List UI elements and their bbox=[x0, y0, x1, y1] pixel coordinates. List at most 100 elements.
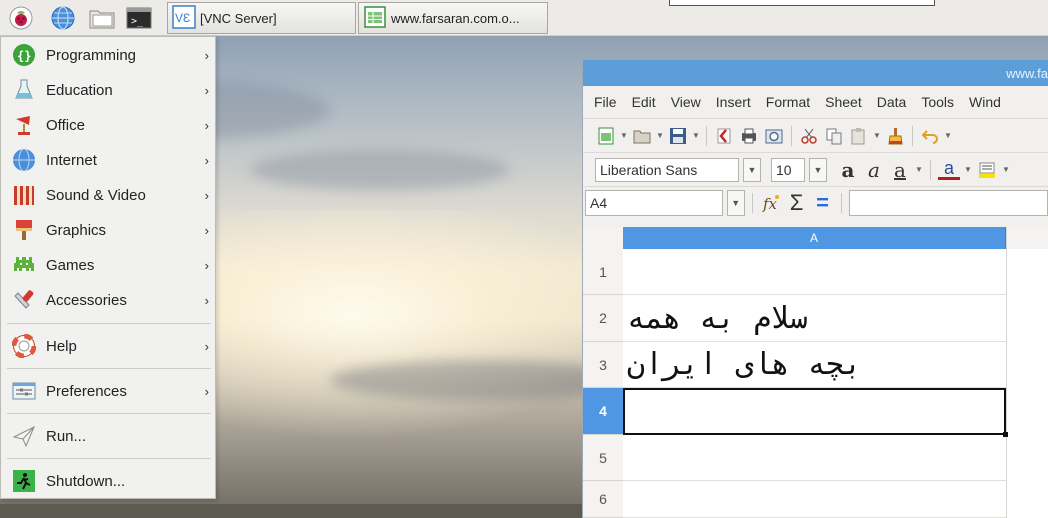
fill-handle[interactable] bbox=[1003, 432, 1008, 437]
clone-formatting-icon[interactable] bbox=[884, 125, 906, 147]
name-box-dropdown-icon[interactable]: ▼ bbox=[726, 189, 745, 216]
name-box[interactable]: A4 bbox=[585, 189, 723, 216]
submenu-arrow-icon: › bbox=[204, 338, 209, 354]
print-preview-icon[interactable] bbox=[763, 125, 785, 147]
formula-input[interactable] bbox=[848, 189, 1048, 216]
svg-text:{}: {} bbox=[17, 49, 31, 63]
corner-select-all[interactable] bbox=[583, 227, 623, 249]
italic-icon[interactable]: a bbox=[863, 158, 885, 182]
run-icon bbox=[11, 423, 37, 449]
formatting-toolbar: Liberation Sans ▼ 10 ▼ a a a ▼ a ▼ ▼ bbox=[583, 152, 1048, 186]
function-wizard-icon[interactable]: fx bbox=[760, 192, 782, 214]
graphics-icon bbox=[11, 217, 37, 243]
taskbar-vnc-server-button[interactable]: VƐ [VNC Server] bbox=[167, 2, 356, 34]
file-manager-icon[interactable] bbox=[89, 5, 115, 31]
menu-file[interactable]: File bbox=[594, 94, 617, 110]
menu-item-label: Run... bbox=[46, 427, 87, 445]
menu-view[interactable]: View bbox=[671, 94, 701, 110]
menu-insert[interactable]: Insert bbox=[716, 94, 751, 110]
menu-item-preferences[interactable]: Preferences › bbox=[1, 374, 215, 408]
menu-window[interactable]: Wind bbox=[969, 94, 1001, 110]
row-header-4[interactable]: 4 bbox=[583, 388, 623, 435]
menu-item-games[interactable]: Games › bbox=[1, 248, 215, 282]
underline-icon[interactable]: a bbox=[889, 158, 911, 182]
bold-icon[interactable]: a bbox=[837, 158, 859, 182]
menu-item-label: Office bbox=[46, 116, 85, 134]
menu-item-sound-video[interactable]: Sound & Video › bbox=[1, 178, 215, 212]
submenu-arrow-icon: › bbox=[204, 187, 209, 203]
menu-item-shutdown[interactable]: Shutdown... bbox=[1, 464, 215, 498]
cell-a5[interactable] bbox=[623, 435, 1006, 481]
menu-item-internet[interactable]: Internet › bbox=[1, 143, 215, 177]
font-size-dropdown-icon[interactable]: ▼ bbox=[809, 157, 827, 182]
column-header-b[interactable] bbox=[1006, 227, 1048, 249]
menu-tools[interactable]: Tools bbox=[921, 94, 954, 110]
underline-dropdown-icon[interactable]: ▼ bbox=[915, 165, 923, 174]
web-browser-icon[interactable] bbox=[50, 5, 76, 31]
column-header-a[interactable]: A bbox=[623, 227, 1006, 249]
row-header-1[interactable]: 1 bbox=[583, 249, 623, 295]
font-name-dropdown-icon[interactable]: ▼ bbox=[743, 157, 761, 182]
row-header-5[interactable]: 5 bbox=[583, 435, 623, 481]
menu-item-accessories[interactable]: Accessories › bbox=[1, 283, 215, 317]
raspberry-menu-icon[interactable] bbox=[8, 5, 34, 31]
cell-a3[interactable]: بچه های ایران bbox=[623, 342, 1006, 388]
sum-icon[interactable]: Σ bbox=[786, 190, 808, 215]
menu-item-label: Accessories bbox=[46, 291, 127, 309]
toolbar-separator bbox=[706, 125, 707, 146]
save-icon[interactable] bbox=[667, 125, 689, 147]
cell-a6[interactable] bbox=[623, 481, 1006, 518]
menu-data[interactable]: Data bbox=[877, 94, 907, 110]
font-name-field[interactable]: Liberation Sans bbox=[595, 157, 739, 182]
menu-sheet[interactable]: Sheet bbox=[825, 94, 862, 110]
taskbar-vnc-label: [VNC Server] bbox=[200, 10, 277, 26]
calc-title-bar[interactable]: www.fa bbox=[583, 60, 1048, 86]
menu-item-run[interactable]: Run... bbox=[1, 419, 215, 453]
row-header-2[interactable]: 2 bbox=[583, 295, 623, 342]
menu-item-graphics[interactable]: Graphics › bbox=[1, 213, 215, 247]
cell-a4-selected[interactable] bbox=[623, 388, 1006, 435]
submenu-arrow-icon: › bbox=[204, 257, 209, 273]
cell-a2[interactable]: سلام به همه bbox=[623, 295, 1006, 342]
print-icon[interactable] bbox=[738, 125, 760, 147]
submenu-arrow-icon: › bbox=[204, 383, 209, 399]
highlight-dropdown-icon[interactable]: ▼ bbox=[1002, 165, 1010, 174]
open-dropdown-icon[interactable]: ▼ bbox=[656, 131, 664, 140]
paste-icon[interactable] bbox=[848, 125, 870, 147]
new-document-icon[interactable] bbox=[595, 125, 617, 147]
terminal-icon[interactable]: >_ bbox=[126, 5, 152, 31]
save-dropdown-icon[interactable]: ▼ bbox=[692, 131, 700, 140]
highlight-color-icon[interactable] bbox=[976, 159, 998, 181]
row-header-6[interactable]: 6 bbox=[583, 481, 623, 518]
cell-a1[interactable] bbox=[623, 249, 1006, 295]
submenu-arrow-icon: › bbox=[204, 222, 209, 238]
toolbar-separator bbox=[791, 125, 792, 146]
copy-icon[interactable] bbox=[823, 125, 845, 147]
font-color-icon[interactable]: a bbox=[938, 158, 960, 180]
undo-icon[interactable] bbox=[919, 125, 941, 147]
font-size-field[interactable]: 10 bbox=[771, 157, 805, 182]
submenu-arrow-icon: › bbox=[204, 47, 209, 63]
font-color-dropdown-icon[interactable]: ▼ bbox=[964, 165, 972, 174]
new-dropdown-icon[interactable]: ▼ bbox=[620, 131, 628, 140]
paste-dropdown-icon[interactable]: ▼ bbox=[873, 131, 881, 140]
export-pdf-icon[interactable] bbox=[713, 125, 735, 147]
svg-text:>_: >_ bbox=[131, 16, 144, 27]
open-folder-icon[interactable] bbox=[631, 125, 653, 147]
row-number: 6 bbox=[599, 491, 607, 507]
taskbar-blank-field bbox=[669, 0, 935, 6]
cut-icon[interactable] bbox=[798, 125, 820, 147]
menu-format[interactable]: Format bbox=[766, 94, 810, 110]
menu-item-programming[interactable]: {} Programming › bbox=[1, 38, 215, 72]
taskbar: >_ VƐ [VNC Server] www.farsaran.com.o... bbox=[0, 0, 1048, 36]
menu-item-office[interactable]: Office › bbox=[1, 108, 215, 142]
undo-dropdown-icon[interactable]: ▼ bbox=[944, 131, 952, 140]
name-box-value: A4 bbox=[590, 194, 608, 211]
menu-item-education[interactable]: Education › bbox=[1, 73, 215, 107]
formula-icon[interactable]: = bbox=[812, 190, 834, 215]
toolbar-separator bbox=[751, 192, 753, 213]
menu-item-help[interactable]: Help › bbox=[1, 329, 215, 363]
menu-edit[interactable]: Edit bbox=[632, 94, 656, 110]
row-header-3[interactable]: 3 bbox=[583, 342, 623, 388]
taskbar-calc-window-button[interactable]: www.farsaran.com.o... bbox=[358, 2, 548, 34]
